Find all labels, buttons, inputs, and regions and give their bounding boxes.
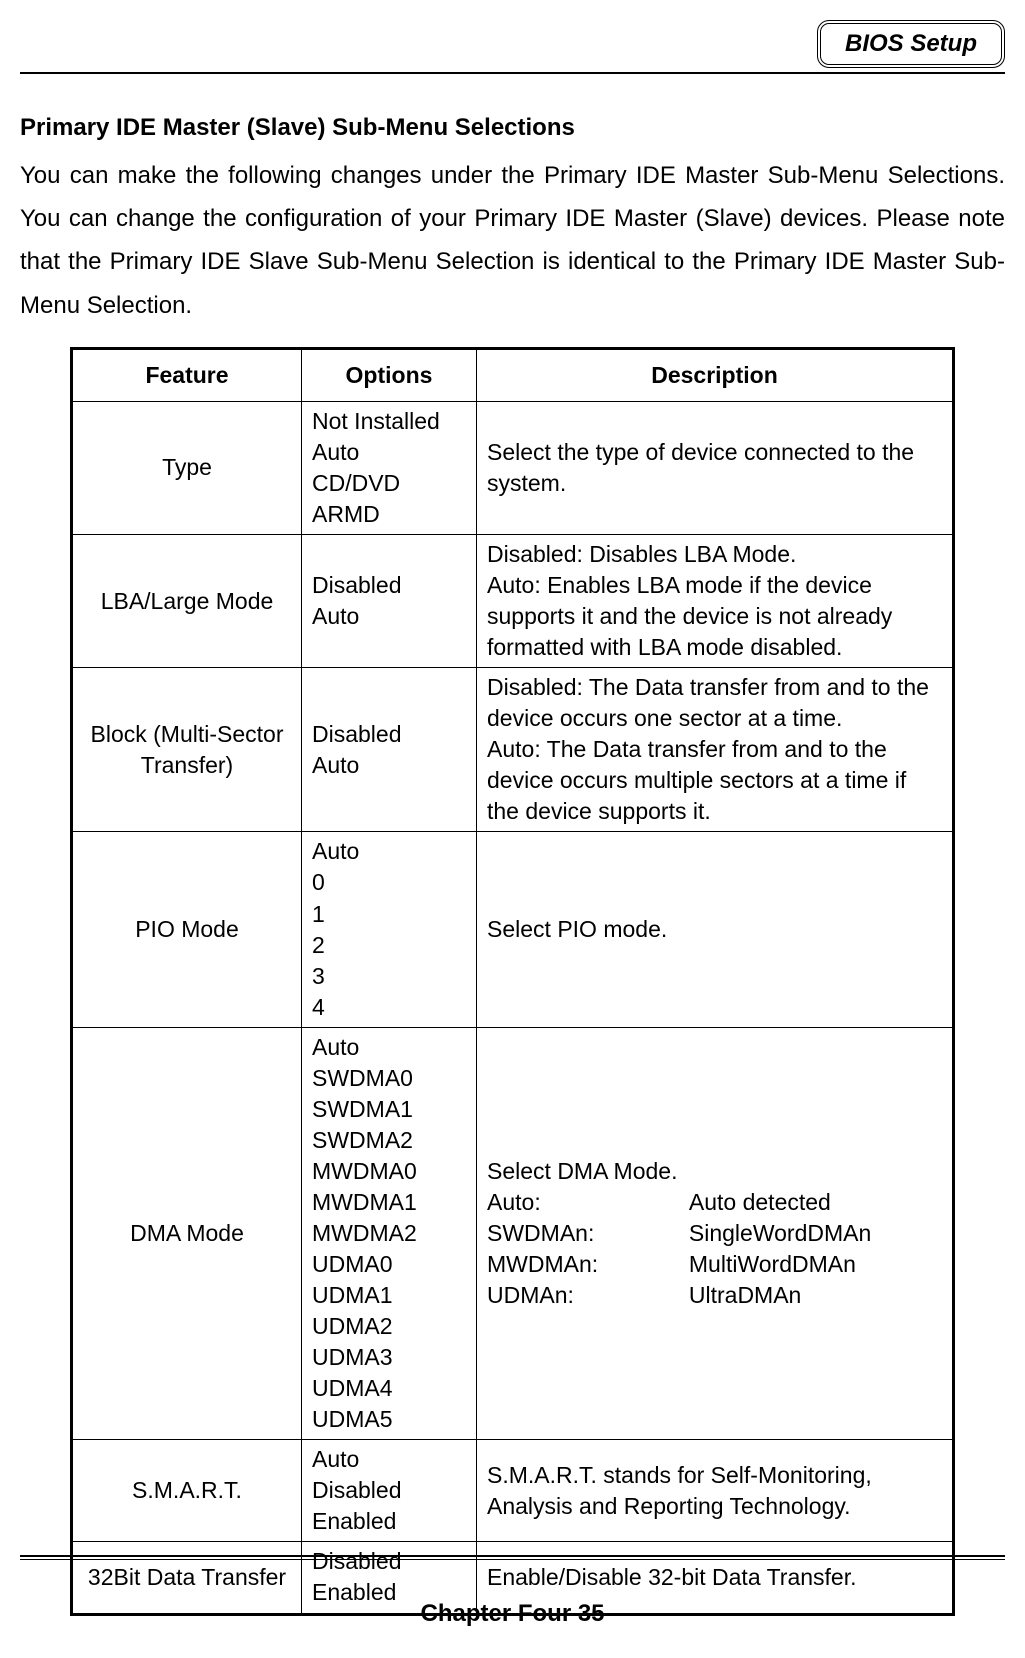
features-table: Feature Options Description Type Not Ins… — [70, 347, 955, 1616]
top-rule — [20, 72, 1005, 74]
feature-cell: Block (Multi-Sector Transfer) — [72, 668, 302, 832]
footer-text: Chapter Four 35 — [20, 1600, 1005, 1628]
options-cell: DisabledAuto — [302, 668, 477, 832]
feature-cell: PIO Mode — [72, 832, 302, 1027]
options-cell: Not InstalledAutoCD/DVDARMD — [302, 401, 477, 534]
table-row: PIO Mode Auto01234 Select PIO mode. — [72, 832, 954, 1027]
dma-key: Auto: — [487, 1187, 669, 1218]
table-row: Type Not InstalledAutoCD/DVDARMD Select … — [72, 401, 954, 534]
section-heading: Primary IDE Master (Slave) Sub-Menu Sele… — [20, 114, 1005, 142]
table-row: LBA/Large Mode DisabledAuto Disabled: Di… — [72, 534, 954, 667]
description-cell: Select PIO mode. — [477, 832, 954, 1027]
footer-area: Chapter Four 35 — [20, 1555, 1005, 1628]
feature-cell: DMA Mode — [72, 1027, 302, 1440]
intro-paragraph: You can make the following changes under… — [20, 154, 1005, 327]
feature-cell: LBA/Large Mode — [72, 534, 302, 667]
description-cell: Disabled: The Data transfer from and to … — [477, 668, 954, 832]
dma-val: MultiWordDMAn — [689, 1249, 942, 1280]
header-tag: BIOS Setup — [817, 20, 1005, 68]
description-cell: S.M.A.R.T. stands for Self-Monitoring, A… — [477, 1440, 954, 1542]
feature-cell: Type — [72, 401, 302, 534]
description-cell: Select DMA Mode. Auto: Auto detected SWD… — [477, 1027, 954, 1440]
dma-key: SWDMAn: — [487, 1218, 669, 1249]
options-cell: AutoDisabledEnabled — [302, 1440, 477, 1542]
description-cell: Select the type of device connected to t… — [477, 401, 954, 534]
table-row: Block (Multi-Sector Transfer) DisabledAu… — [72, 668, 954, 832]
bottom-rule — [20, 1555, 1005, 1560]
dma-val: Auto detected — [689, 1187, 942, 1218]
dma-key: UDMAn: — [487, 1280, 669, 1311]
feature-cell: S.M.A.R.T. — [72, 1440, 302, 1542]
table-header-row: Feature Options Description — [72, 348, 954, 401]
features-table-wrap: Feature Options Description Type Not Ins… — [70, 347, 955, 1616]
options-cell: AutoSWDMA0SWDMA1SWDMA2MWDMA0MWDMA1MWDMA2… — [302, 1027, 477, 1440]
dma-val: SingleWordDMAn — [689, 1218, 942, 1249]
options-cell: Auto01234 — [302, 832, 477, 1027]
header-feature: Feature — [72, 348, 302, 401]
dma-key: MWDMAn: — [487, 1249, 669, 1280]
description-cell: Disabled: Disables LBA Mode.Auto: Enable… — [477, 534, 954, 667]
options-cell: DisabledAuto — [302, 534, 477, 667]
header-options: Options — [302, 348, 477, 401]
header-description: Description — [477, 348, 954, 401]
dma-val: UltraDMAn — [689, 1280, 942, 1311]
table-row: DMA Mode AutoSWDMA0SWDMA1SWDMA2MWDMA0MWD… — [72, 1027, 954, 1440]
table-row: S.M.A.R.T. AutoDisabledEnabled S.M.A.R.T… — [72, 1440, 954, 1542]
dma-intro: Select DMA Mode. — [487, 1156, 942, 1187]
